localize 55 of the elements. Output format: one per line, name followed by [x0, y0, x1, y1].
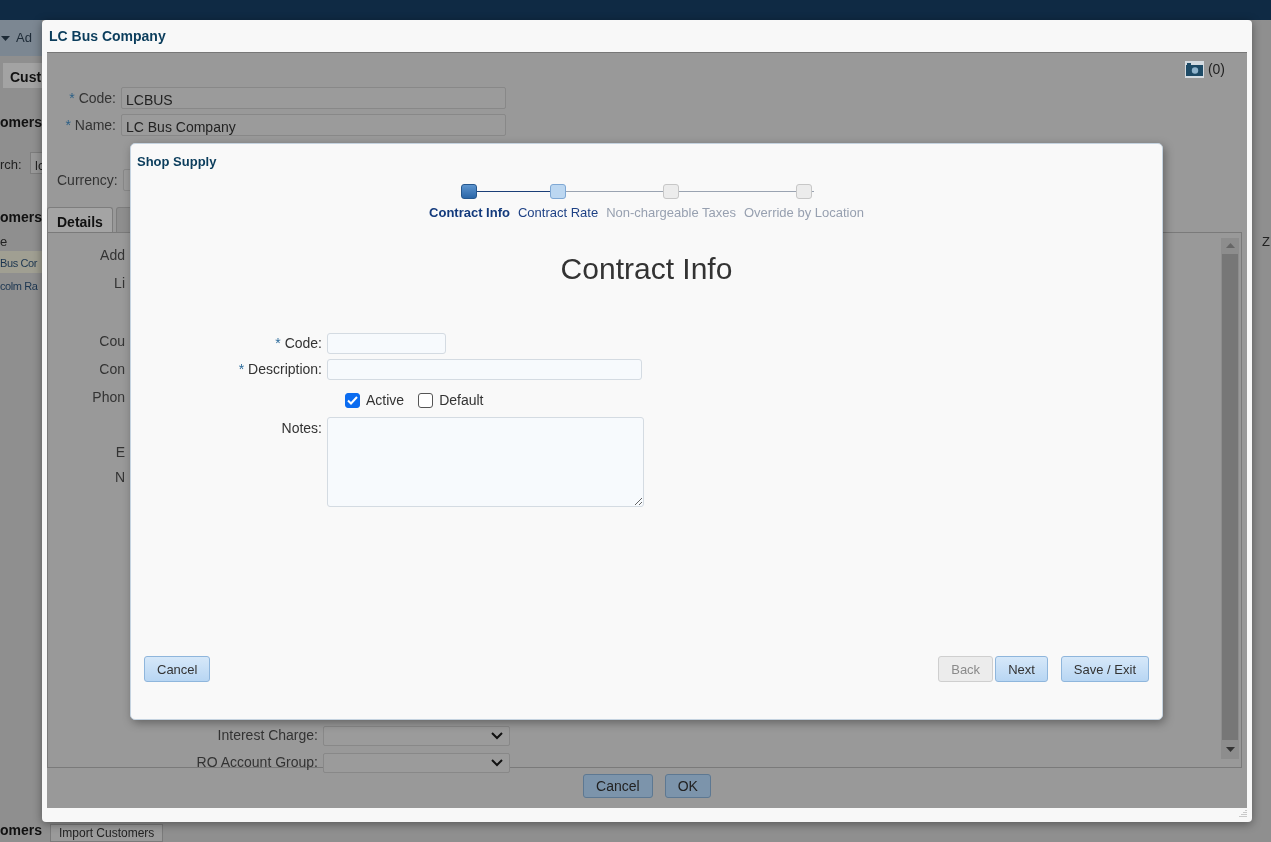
dialog-button[interactable]: Next	[995, 656, 1048, 682]
import-button[interactable]: Import Customers	[50, 824, 164, 842]
text-field[interactable]: LCBUS	[121, 87, 506, 109]
field-label: Add	[100, 246, 125, 265]
field-label: * Code:	[68, 88, 116, 108]
scroll-down-icon[interactable]	[1225, 747, 1235, 752]
table-row[interactable]: Bus Cor	[0, 251, 42, 273]
field-label: * Name:	[64, 115, 116, 135]
dialog-button[interactable]: Save / Exit	[1060, 656, 1149, 682]
chevron-down-icon	[491, 758, 503, 767]
scroll-up-icon[interactable]	[1225, 243, 1235, 248]
field-label: N	[114, 468, 125, 487]
dialog-button[interactable]: Cancel	[583, 774, 653, 798]
column-header: Z	[1262, 233, 1270, 251]
checkbox-label: Active	[366, 391, 405, 410]
tab[interactable]: Details	[47, 207, 113, 232]
notes-field[interactable]	[327, 417, 644, 507]
field-label: Notes:	[280, 419, 322, 438]
field-label: * Code:	[274, 334, 322, 353]
page-heading: Contract Info	[560, 251, 733, 287]
field-label: Phon	[92, 388, 125, 407]
field-label: Currency:	[57, 170, 118, 190]
section-title: omers	[0, 113, 43, 132]
column-header: e	[0, 233, 8, 251]
camera-icon[interactable]	[1184, 61, 1204, 78]
window-title: LC Bus Company	[49, 26, 166, 46]
text-field[interactable]	[327, 333, 446, 354]
section-title: omers	[0, 208, 43, 227]
checkbox[interactable]	[345, 393, 360, 408]
search-label: rch:	[0, 156, 22, 174]
field-label: RO Account Group:	[195, 753, 318, 772]
scrollbar-thumb[interactable]	[1222, 254, 1238, 740]
dialog-title: Shop Supply	[137, 153, 218, 171]
resize-grip-icon[interactable]	[1237, 809, 1247, 819]
tab[interactable]: omers	[0, 820, 43, 841]
attachment-count: (0)	[1207, 60, 1225, 79]
tab[interactable]: Cust	[3, 63, 43, 88]
dialog-button[interactable]: Cancel	[144, 656, 211, 682]
field-label: Interest Charge:	[216, 726, 318, 745]
field-label: * Description:	[237, 360, 322, 379]
field-label: Li	[114, 274, 125, 293]
select-field[interactable]	[323, 725, 510, 746]
select-field[interactable]	[323, 752, 510, 773]
field-label: Cou	[99, 332, 125, 351]
checkbox[interactable]	[418, 393, 434, 408]
step-label[interactable]: Contract Rate	[517, 202, 599, 222]
chevron-down-icon	[491, 731, 503, 740]
field-label: Con	[99, 360, 125, 379]
text-field[interactable]	[327, 359, 642, 380]
text-field[interactable]: LC Bus Company	[121, 114, 506, 136]
caret-down-icon	[1, 35, 10, 41]
checkbox-label: Default	[439, 391, 484, 410]
field-label: E	[115, 443, 125, 462]
dialog-button[interactable]: OK	[664, 774, 711, 798]
step-label[interactable]: Contract Info	[429, 202, 510, 222]
